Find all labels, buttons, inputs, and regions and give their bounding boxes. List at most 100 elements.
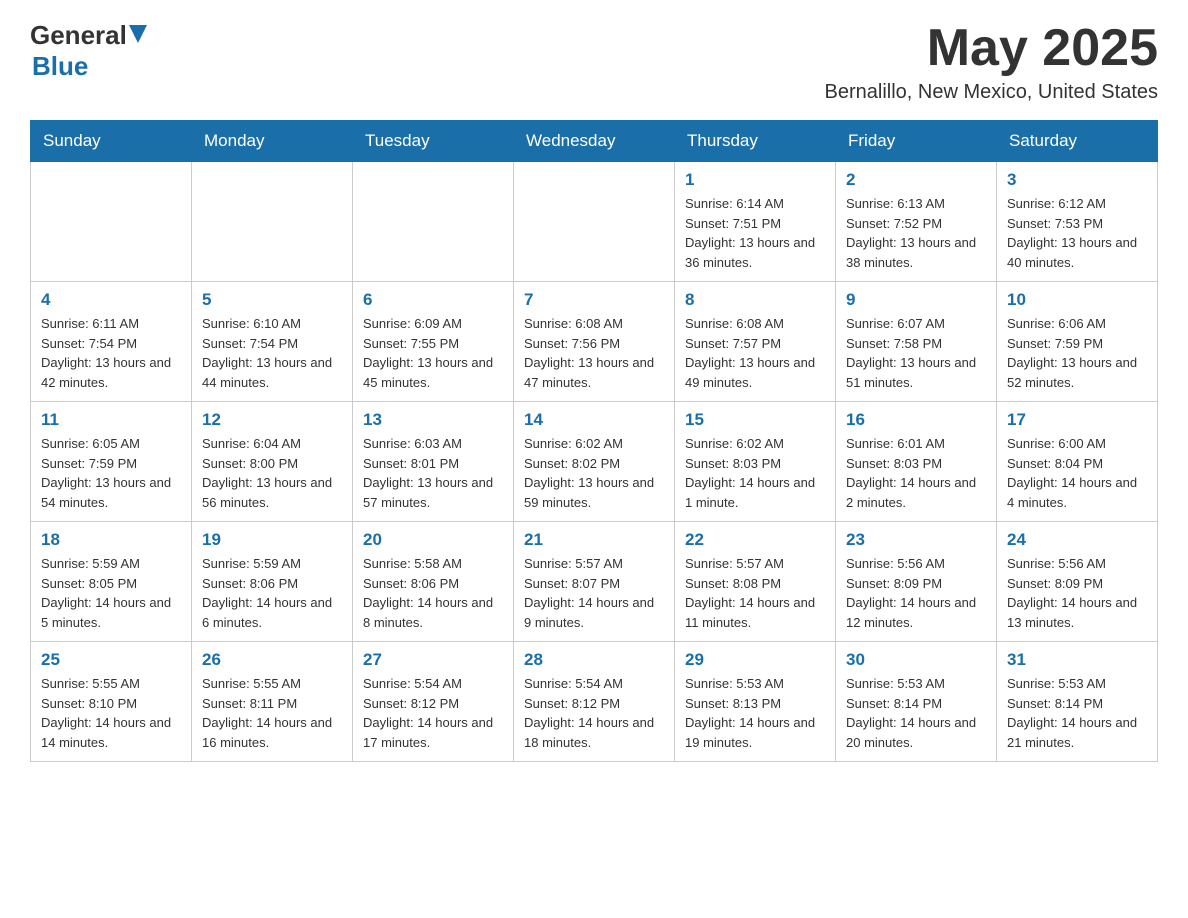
day-number: 12 bbox=[202, 410, 342, 430]
day-info: Sunrise: 5:59 AM Sunset: 8:05 PM Dayligh… bbox=[41, 554, 181, 632]
day-number: 31 bbox=[1007, 650, 1147, 670]
day-info: Sunrise: 6:08 AM Sunset: 7:57 PM Dayligh… bbox=[685, 314, 825, 392]
logo-triangle-icon bbox=[129, 25, 147, 48]
day-info: Sunrise: 6:06 AM Sunset: 7:59 PM Dayligh… bbox=[1007, 314, 1147, 392]
calendar-day-cell: 18 Sunrise: 5:59 AM Sunset: 8:05 PM Dayli… bbox=[31, 522, 192, 642]
day-info: Sunrise: 6:10 AM Sunset: 7:54 PM Dayligh… bbox=[202, 314, 342, 392]
calendar-day-cell: 17Sunrise: 6:00 AM Sunset: 8:04 PM Dayli… bbox=[997, 402, 1158, 522]
day-info: Sunrise: 5:54 AM Sunset: 8:12 PM Dayligh… bbox=[524, 674, 664, 752]
calendar-day-cell: 3Sunrise: 6:12 AM Sunset: 7:53 PM Daylig… bbox=[997, 162, 1158, 282]
title-section: May 2025 Bernalillo, New Mexico, United … bbox=[825, 20, 1158, 104]
day-number: 13 bbox=[363, 410, 503, 430]
day-info: Sunrise: 5:57 AM Sunset: 8:08 PM Dayligh… bbox=[685, 554, 825, 632]
logo: General Blue bbox=[30, 20, 147, 82]
day-info: Sunrise: 5:55 AM Sunset: 8:10 PM Dayligh… bbox=[41, 674, 181, 752]
day-number: 8 bbox=[685, 290, 825, 310]
calendar-day-cell: 20 Sunrise: 5:58 AM Sunset: 8:06 PM Dayli… bbox=[353, 522, 514, 642]
calendar-day-cell: 9Sunrise: 6:07 AM Sunset: 7:58 PM Daylig… bbox=[836, 282, 997, 402]
day-number: 2 bbox=[846, 170, 986, 190]
calendar-day-cell bbox=[31, 162, 192, 282]
calendar-day-cell: 13 Sunrise: 6:03 AM Sunset: 8:01 PM Dayli… bbox=[353, 402, 514, 522]
calendar-week-row: 1 Sunrise: 6:14 AM Sunset: 7:51 PM Daylig… bbox=[31, 162, 1158, 282]
day-info: Sunrise: 6:09 AM Sunset: 7:55 PM Dayligh… bbox=[363, 314, 503, 392]
day-number: 6 bbox=[363, 290, 503, 310]
day-info: Sunrise: 6:13 AM Sunset: 7:52 PM Dayligh… bbox=[846, 194, 986, 272]
day-number: 25 bbox=[41, 650, 181, 670]
day-info: Sunrise: 5:55 AM Sunset: 8:11 PM Dayligh… bbox=[202, 674, 342, 752]
calendar-day-cell: 16Sunrise: 6:01 AM Sunset: 8:03 PM Dayli… bbox=[836, 402, 997, 522]
day-info: Sunrise: 5:59 AM Sunset: 8:06 PM Dayligh… bbox=[202, 554, 342, 632]
day-number: 30 bbox=[846, 650, 986, 670]
calendar-day-cell: 1 Sunrise: 6:14 AM Sunset: 7:51 PM Daylig… bbox=[675, 162, 836, 282]
calendar-day-header: Sunday bbox=[31, 121, 192, 162]
day-number: 20 bbox=[363, 530, 503, 550]
day-number: 5 bbox=[202, 290, 342, 310]
calendar-day-header: Wednesday bbox=[514, 121, 675, 162]
day-number: 21 bbox=[524, 530, 664, 550]
day-info: Sunrise: 5:53 AM Sunset: 8:14 PM Dayligh… bbox=[1007, 674, 1147, 752]
day-info: Sunrise: 6:03 AM Sunset: 8:01 PM Dayligh… bbox=[363, 434, 503, 512]
calendar-day-header: Thursday bbox=[675, 121, 836, 162]
day-number: 22 bbox=[685, 530, 825, 550]
day-info: Sunrise: 6:04 AM Sunset: 8:00 PM Dayligh… bbox=[202, 434, 342, 512]
day-number: 18 bbox=[41, 530, 181, 550]
day-info: Sunrise: 5:56 AM Sunset: 8:09 PM Dayligh… bbox=[1007, 554, 1147, 632]
calendar-day-cell: 30 Sunrise: 5:53 AM Sunset: 8:14 PM Dayli… bbox=[836, 642, 997, 762]
day-number: 27 bbox=[363, 650, 503, 670]
day-number: 1 bbox=[685, 170, 825, 190]
day-info: Sunrise: 6:11 AM Sunset: 7:54 PM Dayligh… bbox=[41, 314, 181, 392]
day-number: 14 bbox=[524, 410, 664, 430]
calendar-header-row: SundayMondayTuesdayWednesdayThursdayFrid… bbox=[31, 121, 1158, 162]
calendar-day-cell: 31 Sunrise: 5:53 AM Sunset: 8:14 PM Dayli… bbox=[997, 642, 1158, 762]
calendar-day-cell: 22 Sunrise: 5:57 AM Sunset: 8:08 PM Dayli… bbox=[675, 522, 836, 642]
day-info: Sunrise: 5:54 AM Sunset: 8:12 PM Dayligh… bbox=[363, 674, 503, 752]
calendar-day-cell: 19 Sunrise: 5:59 AM Sunset: 8:06 PM Dayli… bbox=[192, 522, 353, 642]
calendar-week-row: 25 Sunrise: 5:55 AM Sunset: 8:10 PM Dayli… bbox=[31, 642, 1158, 762]
day-number: 28 bbox=[524, 650, 664, 670]
day-number: 16 bbox=[846, 410, 986, 430]
calendar-day-cell: 8 Sunrise: 6:08 AM Sunset: 7:57 PM Daylig… bbox=[675, 282, 836, 402]
calendar-day-header: Monday bbox=[192, 121, 353, 162]
calendar-table: SundayMondayTuesdayWednesdayThursdayFrid… bbox=[30, 120, 1158, 762]
day-info: Sunrise: 5:56 AM Sunset: 8:09 PM Dayligh… bbox=[846, 554, 986, 632]
calendar-week-row: 18 Sunrise: 5:59 AM Sunset: 8:05 PM Dayli… bbox=[31, 522, 1158, 642]
calendar-week-row: 4 Sunrise: 6:11 AM Sunset: 7:54 PM Daylig… bbox=[31, 282, 1158, 402]
calendar-day-header: Tuesday bbox=[353, 121, 514, 162]
logo-text-blue: Blue bbox=[32, 51, 88, 81]
day-number: 7 bbox=[524, 290, 664, 310]
day-number: 24 bbox=[1007, 530, 1147, 550]
day-info: Sunrise: 6:12 AM Sunset: 7:53 PM Dayligh… bbox=[1007, 194, 1147, 272]
calendar-day-cell: 24 Sunrise: 5:56 AM Sunset: 8:09 PM Dayli… bbox=[997, 522, 1158, 642]
calendar-day-cell: 21 Sunrise: 5:57 AM Sunset: 8:07 PM Dayli… bbox=[514, 522, 675, 642]
day-info: Sunrise: 5:58 AM Sunset: 8:06 PM Dayligh… bbox=[363, 554, 503, 632]
calendar-day-cell bbox=[514, 162, 675, 282]
calendar-day-cell: 28 Sunrise: 5:54 AM Sunset: 8:12 PM Dayli… bbox=[514, 642, 675, 762]
day-info: Sunrise: 6:07 AM Sunset: 7:58 PM Dayligh… bbox=[846, 314, 986, 392]
calendar-day-cell: 29 Sunrise: 5:53 AM Sunset: 8:13 PM Dayli… bbox=[675, 642, 836, 762]
calendar-day-cell bbox=[192, 162, 353, 282]
day-number: 4 bbox=[41, 290, 181, 310]
day-info: Sunrise: 6:02 AM Sunset: 8:03 PM Dayligh… bbox=[685, 434, 825, 512]
calendar-day-cell bbox=[353, 162, 514, 282]
day-number: 10 bbox=[1007, 290, 1147, 310]
calendar-day-cell: 10 Sunrise: 6:06 AM Sunset: 7:59 PM Dayli… bbox=[997, 282, 1158, 402]
day-info: Sunrise: 5:57 AM Sunset: 8:07 PM Dayligh… bbox=[524, 554, 664, 632]
calendar-day-cell: 7Sunrise: 6:08 AM Sunset: 7:56 PM Daylig… bbox=[514, 282, 675, 402]
day-number: 15 bbox=[685, 410, 825, 430]
calendar-day-cell: 4 Sunrise: 6:11 AM Sunset: 7:54 PM Daylig… bbox=[31, 282, 192, 402]
calendar-day-cell: 11Sunrise: 6:05 AM Sunset: 7:59 PM Dayli… bbox=[31, 402, 192, 522]
logo-text-general: General bbox=[30, 20, 127, 51]
calendar-day-cell: 26Sunrise: 5:55 AM Sunset: 8:11 PM Dayli… bbox=[192, 642, 353, 762]
calendar-day-cell: 12 Sunrise: 6:04 AM Sunset: 8:00 PM Dayli… bbox=[192, 402, 353, 522]
day-info: Sunrise: 6:14 AM Sunset: 7:51 PM Dayligh… bbox=[685, 194, 825, 272]
day-number: 19 bbox=[202, 530, 342, 550]
month-year-title: May 2025 bbox=[825, 20, 1158, 77]
page-header: General Blue May 2025 Bernalillo, New Me… bbox=[30, 20, 1158, 104]
day-number: 29 bbox=[685, 650, 825, 670]
calendar-day-header: Saturday bbox=[997, 121, 1158, 162]
calendar-day-header: Friday bbox=[836, 121, 997, 162]
day-info: Sunrise: 5:53 AM Sunset: 8:13 PM Dayligh… bbox=[685, 674, 825, 752]
day-info: Sunrise: 5:53 AM Sunset: 8:14 PM Dayligh… bbox=[846, 674, 986, 752]
calendar-day-cell: 14Sunrise: 6:02 AM Sunset: 8:02 PM Dayli… bbox=[514, 402, 675, 522]
calendar-week-row: 11Sunrise: 6:05 AM Sunset: 7:59 PM Dayli… bbox=[31, 402, 1158, 522]
